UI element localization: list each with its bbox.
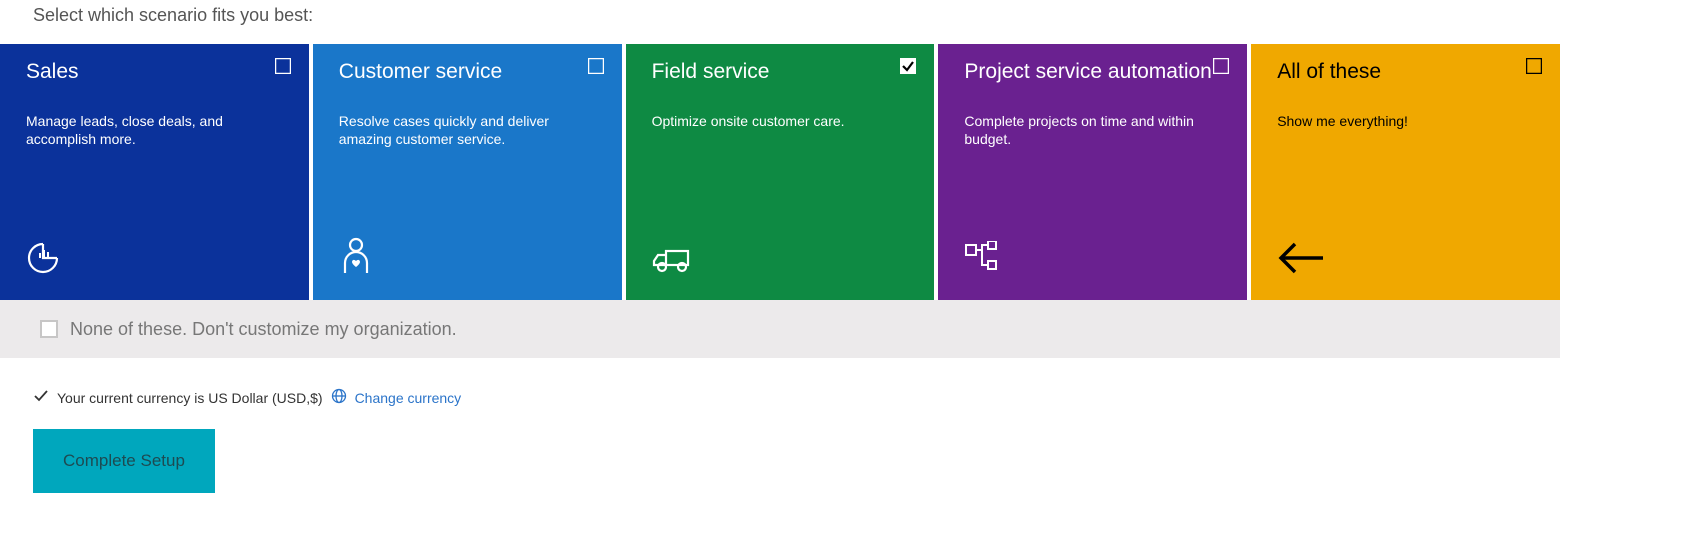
- tile-all-of-these[interactable]: All of these Show me everything!: [1251, 44, 1560, 300]
- scenario-tiles: Sales Manage leads, close deals, and acc…: [0, 44, 1560, 300]
- checkbox-unchecked-icon[interactable]: [588, 58, 604, 74]
- checkbox-checked-icon[interactable]: [900, 58, 916, 74]
- scenario-prompt: Select which scenario fits you best:: [33, 5, 1687, 26]
- tile-title: Customer service: [339, 60, 596, 84]
- tile-field-service[interactable]: Field service Optimize onsite customer c…: [626, 44, 935, 300]
- none-of-these-row[interactable]: None of these. Don't customize my organi…: [0, 300, 1560, 358]
- checkbox-unchecked-icon[interactable]: [1213, 58, 1229, 74]
- checkbox-unchecked-icon[interactable]: [40, 320, 58, 338]
- truck-icon: [652, 245, 692, 278]
- change-currency-link[interactable]: Change currency: [355, 390, 462, 406]
- tile-desc: Resolve cases quickly and deliver amazin…: [339, 112, 569, 148]
- complete-setup-button[interactable]: Complete Setup: [33, 429, 215, 493]
- tile-desc: Manage leads, close deals, and accomplis…: [26, 112, 256, 148]
- check-icon: [33, 388, 49, 407]
- arrow-left-icon: [1277, 241, 1325, 278]
- tile-desc: Show me everything!: [1277, 112, 1507, 130]
- tile-sales[interactable]: Sales Manage leads, close deals, and acc…: [0, 44, 309, 300]
- tile-title: Field service: [652, 60, 909, 84]
- checkbox-unchecked-icon[interactable]: [1526, 58, 1542, 74]
- none-of-these-label: None of these. Don't customize my organi…: [70, 319, 457, 340]
- currency-row: Your current currency is US Dollar (USD,…: [33, 388, 1687, 407]
- currency-status: Your current currency is US Dollar (USD,…: [57, 390, 323, 406]
- pie-chart-icon: [26, 241, 60, 278]
- tile-project-service-automation[interactable]: Project service automation Complete proj…: [938, 44, 1247, 300]
- person-heart-icon: [339, 237, 373, 278]
- checkbox-unchecked-icon[interactable]: [275, 58, 291, 74]
- tile-title: All of these: [1277, 60, 1534, 84]
- globe-icon: [331, 388, 347, 407]
- tile-title: Sales: [26, 60, 283, 84]
- hierarchy-icon: [964, 241, 1002, 278]
- tile-title: Project service automation: [964, 60, 1221, 84]
- tile-desc: Optimize onsite customer care.: [652, 112, 882, 130]
- tile-customer-service[interactable]: Customer service Resolve cases quickly a…: [313, 44, 622, 300]
- tile-desc: Complete projects on time and within bud…: [964, 112, 1194, 148]
